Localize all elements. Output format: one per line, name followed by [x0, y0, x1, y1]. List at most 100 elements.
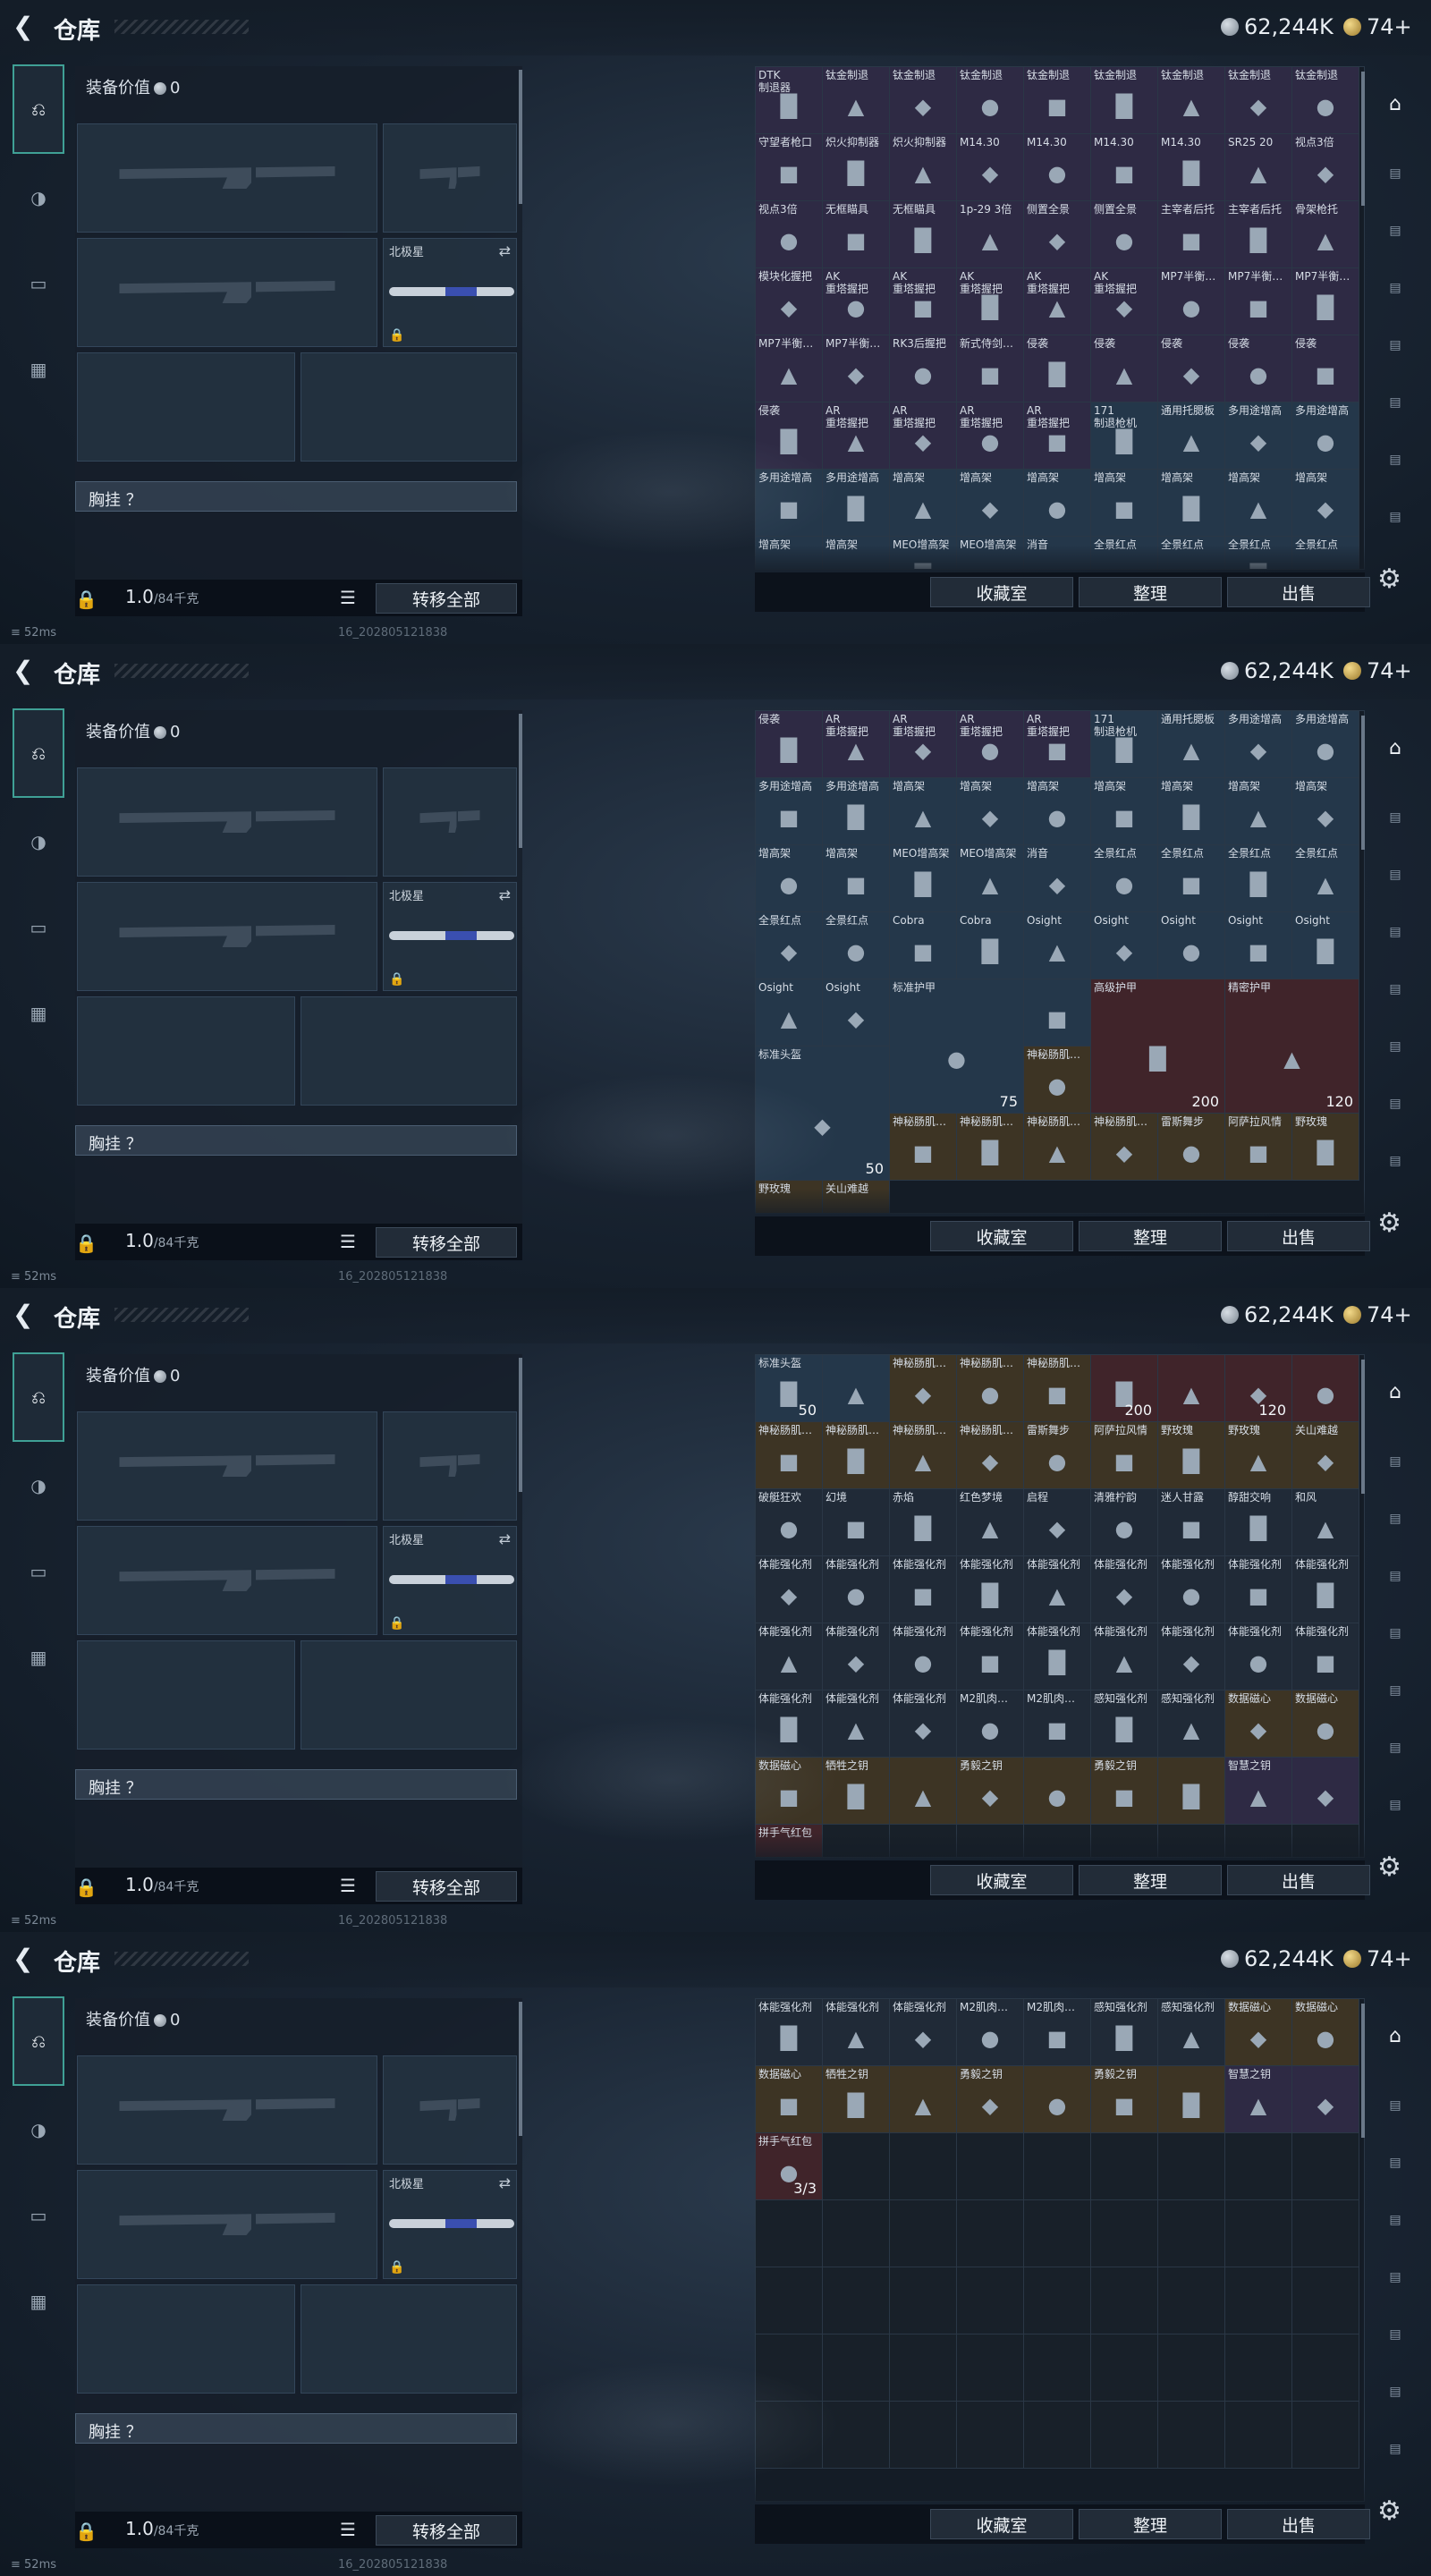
- nav-weapons[interactable]: ⎌: [13, 64, 64, 154]
- helmet-slot[interactable]: [77, 1640, 295, 1750]
- warehouse-scrollbar[interactable]: [1361, 72, 1365, 206]
- item-cell[interactable]: 多用途增高 ■: [756, 470, 823, 537]
- chest-rig-slot[interactable]: 胸挂 ？: [75, 481, 517, 512]
- item-cell[interactable]: 体能强化剂 ■: [890, 1556, 957, 1623]
- sort-button[interactable]: 整理: [1079, 1865, 1222, 1895]
- item-cell[interactable]: MP7半衡… ■: [1225, 268, 1292, 335]
- item-cell[interactable]: 全景红点 ▲: [1292, 845, 1359, 912]
- item-cell[interactable]: Cobra █: [957, 912, 1024, 979]
- nav-helmet[interactable]: ◑: [18, 2109, 59, 2150]
- storage-tab-6-icon[interactable]: ▤: [1379, 1030, 1411, 1063]
- storage-tab-7-icon[interactable]: ▤: [1379, 444, 1411, 476]
- primary-weapon-slot[interactable]: [77, 2055, 377, 2165]
- item-cell[interactable]: 视点3倍 ●: [756, 201, 823, 268]
- transfer-all-button[interactable]: 转移全部: [376, 583, 517, 614]
- item-cell[interactable]: 全景红点 ●: [1091, 845, 1158, 912]
- warehouse-grid[interactable]: DTK 制退器 █ 钛金制退 ▲ 钛金制退 ◆ 钛金制退 ● 钛金制退 ■ 钛金制退 █ 钛金制退 ▲ 钛金…: [755, 66, 1365, 570]
- item-cell[interactable]: AK 重塔握把 ●: [823, 268, 890, 335]
- item-cell[interactable]: AK 重塔握把 ▲: [1024, 268, 1091, 335]
- nav-weapons[interactable]: ⎌: [13, 708, 64, 798]
- swap-icon[interactable]: ⇄: [499, 242, 511, 259]
- item-cell[interactable]: 全景红点 █: [1225, 845, 1292, 912]
- item-cell[interactable]: 全景红点 ◆: [756, 912, 823, 979]
- item-cell[interactable]: 体能强化剂 ◆: [890, 1690, 957, 1758]
- item-cell[interactable]: 增高架 ■: [1091, 778, 1158, 845]
- item-cell[interactable]: DTK 制退器 █: [756, 67, 823, 134]
- helmet-slot[interactable]: [77, 352, 295, 462]
- item-cell[interactable]: 无框瞄具 █: [890, 201, 957, 268]
- item-cell[interactable]: 体能强化剂 ●: [823, 1556, 890, 1623]
- item-cell[interactable]: 视点3倍 ◆: [1292, 134, 1359, 201]
- item-cell[interactable]: 感知强化剂 █: [1091, 1999, 1158, 2066]
- item-cell[interactable]: 侵袭 ■: [1292, 335, 1359, 402]
- item-cell[interactable]: 体能强化剂 ●: [1225, 1623, 1292, 1690]
- sell-button[interactable]: 出售: [1227, 1221, 1370, 1251]
- item-cell[interactable]: 通用托腮板 ▲: [1158, 711, 1225, 778]
- item-cell[interactable]: ▲: [890, 1758, 957, 1825]
- item-cell[interactable]: 勇毅之钥 ◆: [957, 1758, 1024, 1825]
- transfer-all-button[interactable]: 转移全部: [376, 2515, 517, 2546]
- armor-slot[interactable]: [301, 996, 517, 1106]
- sell-button[interactable]: 出售: [1227, 1865, 1370, 1895]
- item-cell[interactable]: 神秘肠肌… █: [823, 1422, 890, 1489]
- item-cell[interactable]: 清雅柠韵 ●: [1091, 1489, 1158, 1556]
- item-cell[interactable]: MEO增高架 ▲: [957, 845, 1024, 912]
- item-cell[interactable]: 全景红点 ▲: [1292, 537, 1359, 569]
- storage-tab-8-icon[interactable]: ▤: [1379, 2433, 1411, 2465]
- transfer-all-button[interactable]: 转移全部: [376, 1871, 517, 1902]
- item-cell[interactable]: 体能强化剂 ◆: [756, 1556, 823, 1623]
- item-cell[interactable]: 增高架 █: [1158, 470, 1225, 537]
- item-cell[interactable]: 数据磁心 ■: [756, 2066, 823, 2133]
- item-cell[interactable]: SR25 20 ▲: [1225, 134, 1292, 201]
- nav-helmet[interactable]: ◑: [18, 821, 59, 862]
- item-cell[interactable]: 侵袭 ●: [1225, 335, 1292, 402]
- item-cell[interactable]: 增高架 ■: [823, 537, 890, 569]
- gold-currency[interactable]: 74+: [1343, 14, 1412, 39]
- item-cell[interactable]: AR 重塔握把 ●: [957, 711, 1024, 778]
- item-cell[interactable]: AK 重塔握把 █: [957, 268, 1024, 335]
- item-cell[interactable]: 神秘肠肌… █: [957, 1114, 1024, 1181]
- item-cell[interactable]: 钛金制退 ◆: [1225, 67, 1292, 134]
- item-cell[interactable]: 通用托腮板 ▲: [1158, 402, 1225, 470]
- item-cell[interactable]: 醇甜交响 █: [1225, 1489, 1292, 1556]
- item-cell[interactable]: 增高架 ●: [756, 845, 823, 912]
- gold-currency[interactable]: 74+: [1343, 1946, 1412, 1971]
- back-arrow-icon[interactable]: ❮: [13, 1945, 41, 1973]
- item-cell[interactable]: M14.30 ■: [1091, 134, 1158, 201]
- pistol-slot[interactable]: [383, 123, 517, 233]
- warehouse-tab-icon[interactable]: ⌂: [1372, 2012, 1418, 2059]
- item-cell[interactable]: 增高架 ◆: [957, 778, 1024, 845]
- item-cell[interactable]: 雷斯舞步 ●: [1024, 1422, 1091, 1489]
- chest-rig-slot[interactable]: 胸挂 ？: [75, 2413, 517, 2444]
- secondary-weapon-slot[interactable]: [77, 2170, 377, 2279]
- item-cell[interactable]: 神秘肠肌… ◆: [890, 1355, 957, 1422]
- loadout-scrollbar[interactable]: [519, 2002, 522, 2136]
- storage-tab-8-icon[interactable]: ▤: [1379, 1789, 1411, 1821]
- item-cell[interactable]: 增高架 ▲: [1225, 778, 1292, 845]
- item-cell[interactable]: 1p-29 3倍 ▲: [957, 201, 1024, 268]
- item-cell[interactable]: 标准护甲 ● 75: [890, 979, 1024, 1114]
- item-cell[interactable]: Cobra ■: [890, 912, 957, 979]
- item-cell[interactable]: AR 重塔握把 ▲: [823, 711, 890, 778]
- storage-tab-2-icon[interactable]: ▤: [1379, 1445, 1411, 1478]
- item-cell[interactable]: 数据磁心 ●: [1292, 1690, 1359, 1758]
- item-cell[interactable]: 数据磁心 ■: [756, 1758, 823, 1825]
- item-cell[interactable]: ◆ 120: [1225, 1355, 1292, 1422]
- item-cell[interactable]: 神秘肠肌… ■: [890, 1114, 957, 1181]
- item-cell[interactable]: 体能强化剂 ◆: [890, 1999, 957, 2066]
- item-cell[interactable]: 体能强化剂 █: [756, 1999, 823, 2066]
- item-cell[interactable]: ◆: [1292, 2066, 1359, 2133]
- vault-button[interactable]: 收藏室: [930, 1221, 1073, 1251]
- item-cell[interactable]: M14.30 █: [1158, 134, 1225, 201]
- sell-button[interactable]: 出售: [1227, 2509, 1370, 2539]
- nav-vest[interactable]: ▭: [18, 2195, 59, 2236]
- item-cell[interactable]: 体能强化剂 ▲: [823, 1999, 890, 2066]
- back-arrow-icon[interactable]: ❮: [13, 1301, 41, 1329]
- nav-weapons[interactable]: ⎌: [13, 1352, 64, 1442]
- item-cell[interactable]: M14.30 ●: [1024, 134, 1091, 201]
- item-cell[interactable]: ●: [1024, 2066, 1091, 2133]
- swap-icon[interactable]: ⇄: [499, 886, 511, 903]
- item-cell[interactable]: 钛金制退 ●: [1292, 67, 1359, 134]
- item-cell[interactable]: 侧置全景 ◆: [1024, 201, 1091, 268]
- vault-button[interactable]: 收藏室: [930, 2509, 1073, 2539]
